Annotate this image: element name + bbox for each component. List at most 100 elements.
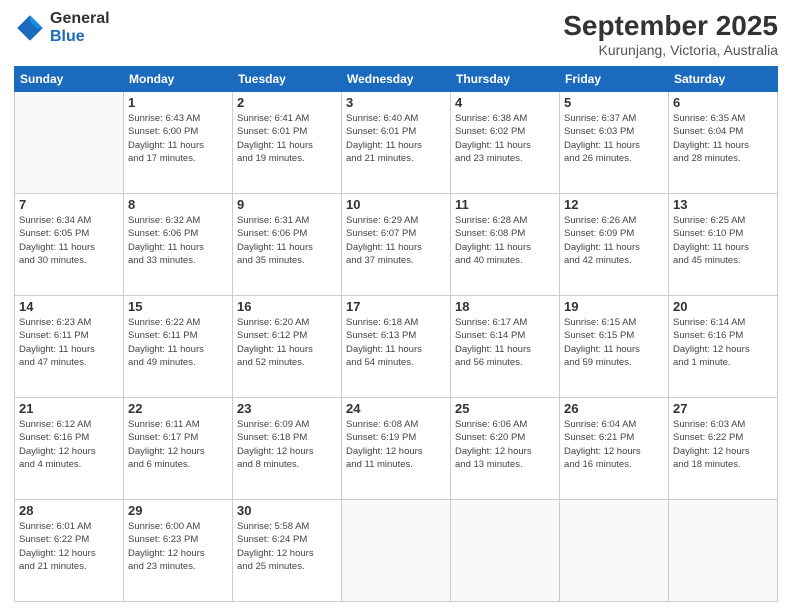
calendar-cell	[15, 92, 124, 194]
calendar-cell: 12 Sunrise: 6:26 AM Sunset: 6:09 PM Dayli…	[560, 194, 669, 296]
title-section: September 2025 Kurunjang, Victoria, Aust…	[563, 10, 778, 58]
calendar-cell: 18 Sunrise: 6:17 AM Sunset: 6:14 PM Dayli…	[451, 296, 560, 398]
calendar-cell: 26 Sunrise: 6:04 AM Sunset: 6:21 PM Dayli…	[560, 398, 669, 500]
calendar-cell	[451, 500, 560, 602]
day-info: Sunrise: 6:20 AM Sunset: 6:12 PM Dayligh…	[237, 316, 337, 369]
calendar-cell: 6 Sunrise: 6:35 AM Sunset: 6:04 PM Daylig…	[669, 92, 778, 194]
logo-icon	[14, 12, 46, 44]
day-number: 29	[128, 503, 228, 518]
day-number: 17	[346, 299, 446, 314]
calendar-cell: 1 Sunrise: 6:43 AM Sunset: 6:00 PM Daylig…	[124, 92, 233, 194]
day-number: 13	[673, 197, 773, 212]
day-info: Sunrise: 6:17 AM Sunset: 6:14 PM Dayligh…	[455, 316, 555, 369]
col-monday: Monday	[124, 67, 233, 92]
location: Kurunjang, Victoria, Australia	[563, 42, 778, 58]
calendar-cell: 8 Sunrise: 6:32 AM Sunset: 6:06 PM Daylig…	[124, 194, 233, 296]
calendar-cell: 14 Sunrise: 6:23 AM Sunset: 6:11 PM Dayli…	[15, 296, 124, 398]
calendar-week-row-3: 21Sunrise: 6:12 AM Sunset: 6:16 PM Dayli…	[15, 398, 778, 500]
day-number: 10	[346, 197, 446, 212]
day-number: 23	[237, 401, 337, 416]
calendar-header-row: Sunday Monday Tuesday Wednesday Thursday…	[15, 67, 778, 92]
day-info: Sunrise: 6:23 AM Sunset: 6:11 PM Dayligh…	[19, 316, 119, 369]
day-number: 19	[564, 299, 664, 314]
day-info: Sunrise: 6:43 AM Sunset: 6:00 PM Dayligh…	[128, 112, 228, 165]
day-info: Sunrise: 6:34 AM Sunset: 6:05 PM Dayligh…	[19, 214, 119, 267]
calendar-cell: 16 Sunrise: 6:20 AM Sunset: 6:12 PM Dayli…	[233, 296, 342, 398]
day-info: Sunrise: 6:35 AM Sunset: 6:04 PM Dayligh…	[673, 112, 773, 165]
day-number: 1	[128, 95, 228, 110]
day-number: 24	[346, 401, 446, 416]
day-number: 30	[237, 503, 337, 518]
calendar-week-row-0: 1 Sunrise: 6:43 AM Sunset: 6:00 PM Daylig…	[15, 92, 778, 194]
day-number: 6	[673, 95, 773, 110]
calendar-cell: 5 Sunrise: 6:37 AM Sunset: 6:03 PM Daylig…	[560, 92, 669, 194]
day-number: 22	[128, 401, 228, 416]
logo: General Blue	[14, 10, 110, 45]
day-number: 20	[673, 299, 773, 314]
calendar-cell: 27 Sunrise: 6:03 AM Sunset: 6:22 PM Dayli…	[669, 398, 778, 500]
day-info: Sunrise: 6:38 AM Sunset: 6:02 PM Dayligh…	[455, 112, 555, 165]
calendar-cell: 11Sunrise: 6:28 AM Sunset: 6:08 PM Dayli…	[451, 194, 560, 296]
day-number: 12	[564, 197, 664, 212]
day-info: Sunrise: 5:58 AM Sunset: 6:24 PM Dayligh…	[237, 520, 337, 573]
day-info: Sunrise: 6:32 AM Sunset: 6:06 PM Dayligh…	[128, 214, 228, 267]
calendar-cell: 29 Sunrise: 6:00 AM Sunset: 6:23 PM Dayli…	[124, 500, 233, 602]
calendar-cell: 28 Sunrise: 6:01 AM Sunset: 6:22 PM Dayli…	[15, 500, 124, 602]
calendar: Sunday Monday Tuesday Wednesday Thursday…	[14, 66, 778, 602]
col-sunday: Sunday	[15, 67, 124, 92]
calendar-cell: 15Sunrise: 6:22 AM Sunset: 6:11 PM Dayli…	[124, 296, 233, 398]
day-info: Sunrise: 6:41 AM Sunset: 6:01 PM Dayligh…	[237, 112, 337, 165]
day-number: 5	[564, 95, 664, 110]
day-number: 21	[19, 401, 119, 416]
calendar-cell: 3 Sunrise: 6:40 AM Sunset: 6:01 PM Daylig…	[342, 92, 451, 194]
day-number: 9	[237, 197, 337, 212]
calendar-cell: 4 Sunrise: 6:38 AM Sunset: 6:02 PM Daylig…	[451, 92, 560, 194]
day-info: Sunrise: 6:14 AM Sunset: 6:16 PM Dayligh…	[673, 316, 773, 369]
day-info: Sunrise: 6:08 AM Sunset: 6:19 PM Dayligh…	[346, 418, 446, 471]
calendar-week-row-1: 7 Sunrise: 6:34 AM Sunset: 6:05 PM Daylig…	[15, 194, 778, 296]
calendar-cell: 22Sunrise: 6:11 AM Sunset: 6:17 PM Dayli…	[124, 398, 233, 500]
calendar-cell: 13 Sunrise: 6:25 AM Sunset: 6:10 PM Dayli…	[669, 194, 778, 296]
calendar-cell: 25 Sunrise: 6:06 AM Sunset: 6:20 PM Dayli…	[451, 398, 560, 500]
calendar-cell: 20 Sunrise: 6:14 AM Sunset: 6:16 PM Dayli…	[669, 296, 778, 398]
day-info: Sunrise: 6:22 AM Sunset: 6:11 PM Dayligh…	[128, 316, 228, 369]
day-number: 25	[455, 401, 555, 416]
day-info: Sunrise: 6:25 AM Sunset: 6:10 PM Dayligh…	[673, 214, 773, 267]
calendar-cell: 23 Sunrise: 6:09 AM Sunset: 6:18 PM Dayli…	[233, 398, 342, 500]
calendar-cell: 9Sunrise: 6:31 AM Sunset: 6:06 PM Daylig…	[233, 194, 342, 296]
day-number: 3	[346, 95, 446, 110]
calendar-cell: 2Sunrise: 6:41 AM Sunset: 6:01 PM Daylig…	[233, 92, 342, 194]
day-info: Sunrise: 6:37 AM Sunset: 6:03 PM Dayligh…	[564, 112, 664, 165]
day-info: Sunrise: 6:26 AM Sunset: 6:09 PM Dayligh…	[564, 214, 664, 267]
day-number: 8	[128, 197, 228, 212]
col-saturday: Saturday	[669, 67, 778, 92]
calendar-cell: 24 Sunrise: 6:08 AM Sunset: 6:19 PM Dayli…	[342, 398, 451, 500]
day-info: Sunrise: 6:00 AM Sunset: 6:23 PM Dayligh…	[128, 520, 228, 573]
day-number: 14	[19, 299, 119, 314]
col-tuesday: Tuesday	[233, 67, 342, 92]
calendar-cell: 19Sunrise: 6:15 AM Sunset: 6:15 PM Dayli…	[560, 296, 669, 398]
day-number: 4	[455, 95, 555, 110]
day-number: 16	[237, 299, 337, 314]
day-info: Sunrise: 6:28 AM Sunset: 6:08 PM Dayligh…	[455, 214, 555, 267]
calendar-cell: 30 Sunrise: 5:58 AM Sunset: 6:24 PM Dayli…	[233, 500, 342, 602]
day-info: Sunrise: 6:03 AM Sunset: 6:22 PM Dayligh…	[673, 418, 773, 471]
day-info: Sunrise: 6:29 AM Sunset: 6:07 PM Dayligh…	[346, 214, 446, 267]
calendar-cell: 7 Sunrise: 6:34 AM Sunset: 6:05 PM Daylig…	[15, 194, 124, 296]
month-title: September 2025	[563, 10, 778, 42]
day-number: 18	[455, 299, 555, 314]
logo-line2: Blue	[50, 28, 110, 46]
day-info: Sunrise: 6:01 AM Sunset: 6:22 PM Dayligh…	[19, 520, 119, 573]
day-info: Sunrise: 6:06 AM Sunset: 6:20 PM Dayligh…	[455, 418, 555, 471]
calendar-cell: 21Sunrise: 6:12 AM Sunset: 6:16 PM Dayli…	[15, 398, 124, 500]
day-info: Sunrise: 6:40 AM Sunset: 6:01 PM Dayligh…	[346, 112, 446, 165]
day-number: 27	[673, 401, 773, 416]
day-number: 26	[564, 401, 664, 416]
col-thursday: Thursday	[451, 67, 560, 92]
day-info: Sunrise: 6:04 AM Sunset: 6:21 PM Dayligh…	[564, 418, 664, 471]
day-info: Sunrise: 6:09 AM Sunset: 6:18 PM Dayligh…	[237, 418, 337, 471]
day-number: 28	[19, 503, 119, 518]
calendar-cell	[560, 500, 669, 602]
day-number: 7	[19, 197, 119, 212]
calendar-week-row-4: 28 Sunrise: 6:01 AM Sunset: 6:22 PM Dayli…	[15, 500, 778, 602]
